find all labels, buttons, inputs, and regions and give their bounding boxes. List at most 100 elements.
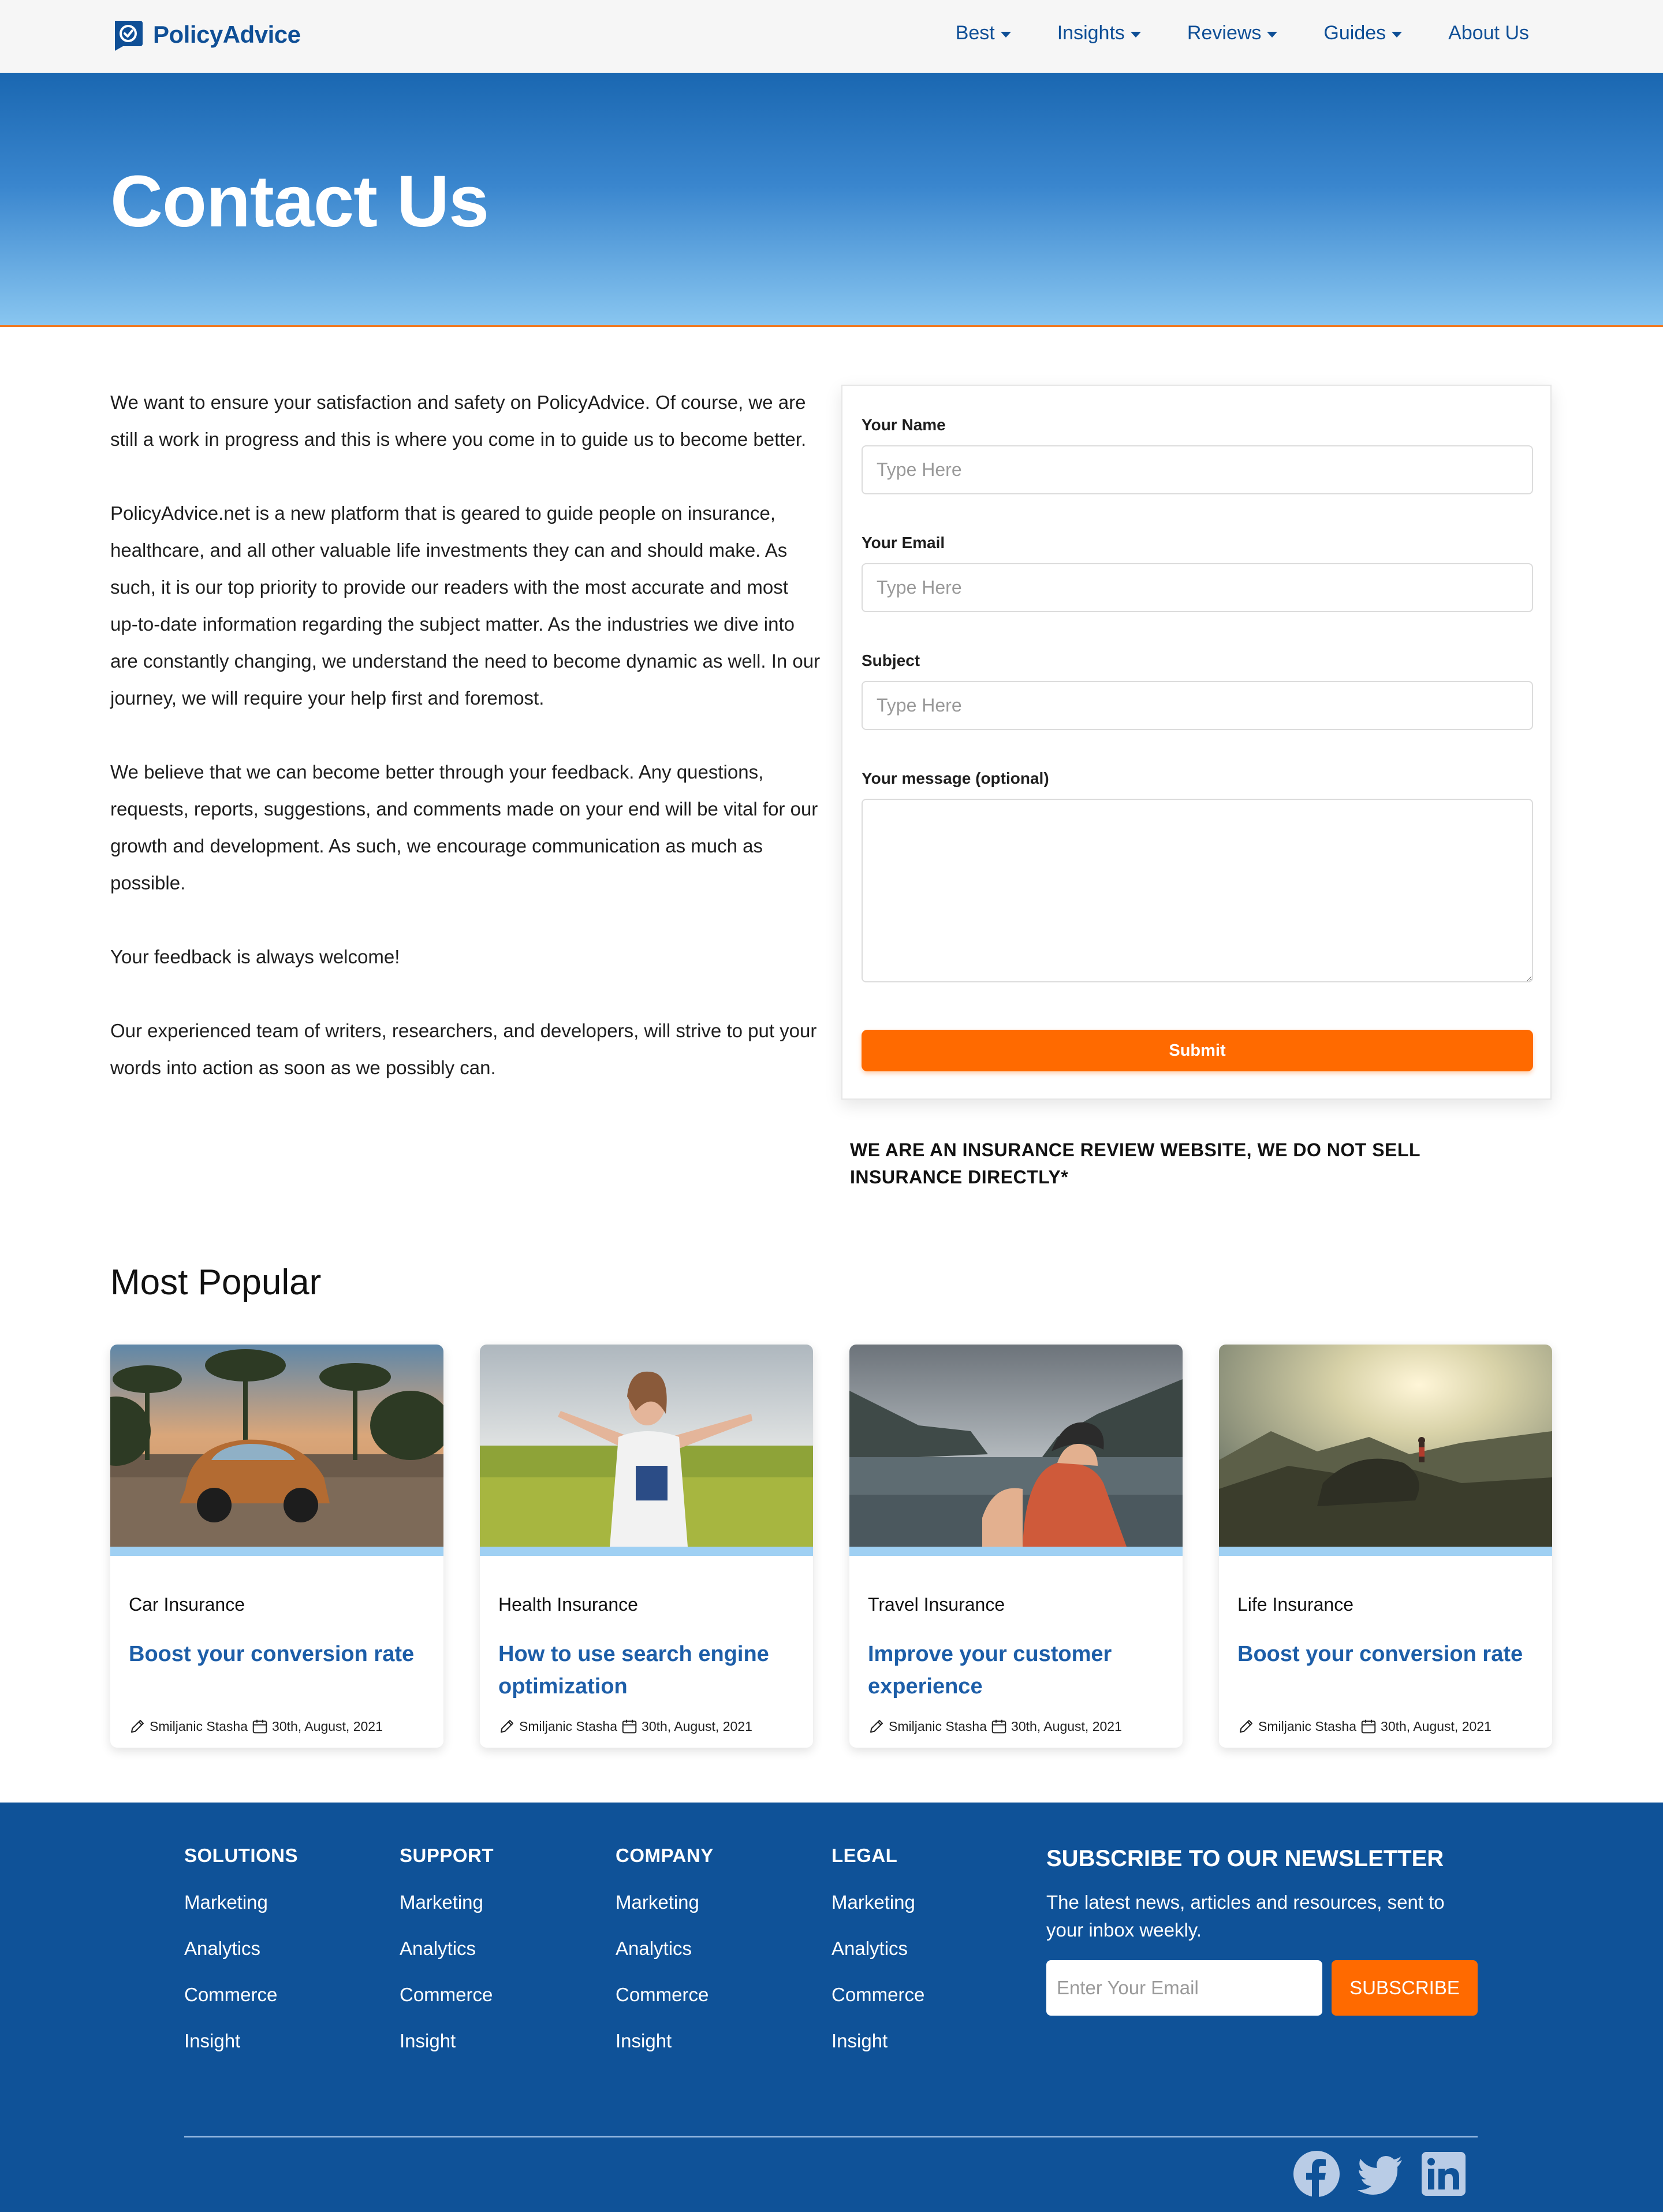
menu-item-label: Reviews — [1187, 22, 1262, 44]
intro-paragraph: Your feedback is always welcome! — [110, 946, 400, 967]
card-author: Smiljanic Stasha — [150, 1718, 248, 1734]
submit-button[interactable]: Submit — [862, 1030, 1533, 1071]
card-title-link[interactable]: Boost your conversion rate — [129, 1638, 429, 1670]
footer-column-heading: LEGAL — [832, 1845, 898, 1866]
footer-link[interactable]: Commerce — [400, 1984, 494, 2005]
card-date: 30th, August, 2021 — [1011, 1718, 1122, 1734]
card-category: Car Insurance — [129, 1594, 245, 1615]
menu-item-label: Insights — [1057, 22, 1125, 44]
footer-column-support: SUPPORT Marketing Analytics Commerce Ins… — [400, 1845, 494, 2051]
menu-item-label: Best — [955, 22, 995, 44]
logo-icon — [115, 21, 143, 51]
intro-paragraph: We believe that we can become better thr… — [110, 761, 818, 893]
footer-link[interactable]: Analytics — [400, 1938, 494, 1959]
life-photo — [1219, 1345, 1552, 1547]
menu-item-insights[interactable]: Insights — [1034, 22, 1164, 44]
article-card[interactable]: Life Insurance Boost your conversion rat… — [1219, 1345, 1552, 1748]
card-accent-bar — [849, 1547, 1183, 1556]
menu-item-label: Guides — [1323, 22, 1386, 44]
top-navbar: PolicyAdvice Best Insights Reviews Guide… — [0, 0, 1663, 73]
card-author: Smiljanic Stasha — [519, 1718, 618, 1734]
card-author: Smiljanic Stasha — [889, 1718, 987, 1734]
footer-link[interactable]: Marketing — [400, 1892, 494, 1913]
card-title-link[interactable]: Improve your customer experience — [868, 1638, 1168, 1703]
facebook-icon[interactable] — [1292, 2150, 1341, 2198]
footer-link[interactable]: Marketing — [184, 1892, 298, 1913]
footer-column-heading: COMPANY — [616, 1845, 714, 1866]
calendar-icon — [1361, 1719, 1376, 1734]
page-title: Contact Us — [110, 161, 489, 242]
subscribe-button[interactable]: SUBSCRIBE — [1332, 1960, 1478, 2016]
twitter-icon[interactable] — [1356, 2150, 1404, 2198]
card-category: Health Insurance — [498, 1594, 638, 1615]
caret-down-icon — [1000, 31, 1011, 38]
card-author: Smiljanic Stasha — [1258, 1718, 1357, 1734]
menu-item-reviews[interactable]: Reviews — [1164, 22, 1300, 44]
linkedin-icon[interactable] — [1419, 2150, 1468, 2198]
hero-banner: Contact Us — [0, 73, 1663, 327]
menu-item-about-us[interactable]: About Us — [1425, 22, 1529, 44]
pencil-icon — [501, 1720, 513, 1733]
footer-divider — [184, 2136, 1478, 2137]
travel-photo — [849, 1345, 1183, 1547]
footer-column-solutions: SOLUTIONS Marketing Analytics Commerce I… — [184, 1845, 298, 2051]
caret-down-icon — [1267, 31, 1278, 38]
card-title-link[interactable]: Boost your conversion rate — [1237, 1638, 1538, 1670]
intro-paragraph: PolicyAdvice.net is a new platform that … — [110, 502, 821, 709]
pencil-icon — [870, 1720, 883, 1733]
email-field[interactable] — [862, 563, 1533, 612]
footer-link[interactable]: Insight — [184, 2031, 298, 2051]
intro-paragraph: Our experienced team of writers, researc… — [110, 1020, 817, 1078]
footer-link[interactable]: Commerce — [184, 1984, 298, 2005]
disclaimer-text: WE ARE AN INSURANCE REVIEW WEBSITE, WE D… — [850, 1139, 1420, 1187]
footer-column-heading: SUPPORT — [400, 1845, 494, 1866]
footer-link[interactable]: Analytics — [832, 1938, 924, 1959]
car-photo — [110, 1345, 443, 1547]
article-card[interactable]: Health Insurance How to use search engin… — [480, 1345, 813, 1748]
footer-column-legal: LEGAL Marketing Analytics Commerce Insig… — [832, 1845, 924, 2051]
brand-logo[interactable]: PolicyAdvice — [110, 17, 301, 52]
footer-link[interactable]: Insight — [832, 2031, 924, 2051]
newsletter-email-input[interactable] — [1046, 1960, 1322, 2016]
card-category: Travel Insurance — [868, 1594, 1005, 1615]
brand-name: PolicyAdvice — [153, 21, 301, 48]
intro-text: We want to ensure your satisfaction and … — [110, 384, 821, 1123]
footer-link[interactable]: Analytics — [184, 1938, 298, 1959]
message-field[interactable] — [862, 799, 1533, 982]
footer-link[interactable]: Marketing — [616, 1892, 714, 1913]
menu-item-guides[interactable]: Guides — [1300, 22, 1425, 44]
footer-column-company: COMPANY Marketing Analytics Commerce Ins… — [616, 1845, 714, 2051]
footer-link[interactable]: Insight — [616, 2031, 714, 2051]
card-accent-bar — [480, 1547, 813, 1556]
article-card[interactable]: Travel Insurance Improve your customer e… — [849, 1345, 1183, 1748]
footer-link[interactable]: Analytics — [616, 1938, 714, 1959]
name-field[interactable] — [862, 445, 1533, 494]
footer-link[interactable]: Insight — [400, 2031, 494, 2051]
main-menu: Best Insights Reviews Guides About Us — [933, 22, 1529, 44]
card-accent-bar — [110, 1547, 443, 1556]
subject-label: Subject — [862, 651, 920, 669]
footer-link[interactable]: Commerce — [616, 1984, 714, 2005]
card-meta: Smiljanic Stasha 30th, August, 2021 — [498, 1718, 752, 1735]
article-card[interactable]: Car Insurance Boost your conversion rate… — [110, 1345, 443, 1748]
calendar-icon — [252, 1719, 267, 1734]
card-date: 30th, August, 2021 — [1381, 1718, 1492, 1734]
card-date: 30th, August, 2021 — [272, 1718, 383, 1734]
name-label: Your Name — [862, 416, 946, 434]
most-popular-title: Most Popular — [110, 1263, 322, 1302]
caret-down-icon — [1392, 31, 1403, 38]
health-photo — [480, 1345, 813, 1547]
pencil-icon — [1240, 1720, 1252, 1733]
message-label: Your message (optional) — [862, 769, 1049, 787]
card-meta: Smiljanic Stasha 30th, August, 2021 — [1237, 1718, 1492, 1735]
footer-link[interactable]: Marketing — [832, 1892, 924, 1913]
contact-form: Your Name Your Email Subject Your messag… — [841, 385, 1552, 1100]
footer-link[interactable]: Commerce — [832, 1984, 924, 2005]
menu-item-best[interactable]: Best — [933, 22, 1034, 44]
card-date: 30th, August, 2021 — [642, 1718, 752, 1734]
caret-down-icon — [1130, 31, 1141, 38]
menu-item-label: About Us — [1448, 22, 1529, 44]
intro-paragraph: We want to ensure your satisfaction and … — [110, 392, 807, 450]
card-title-link[interactable]: How to use search engine optimization — [498, 1638, 799, 1703]
subject-field[interactable] — [862, 681, 1533, 730]
